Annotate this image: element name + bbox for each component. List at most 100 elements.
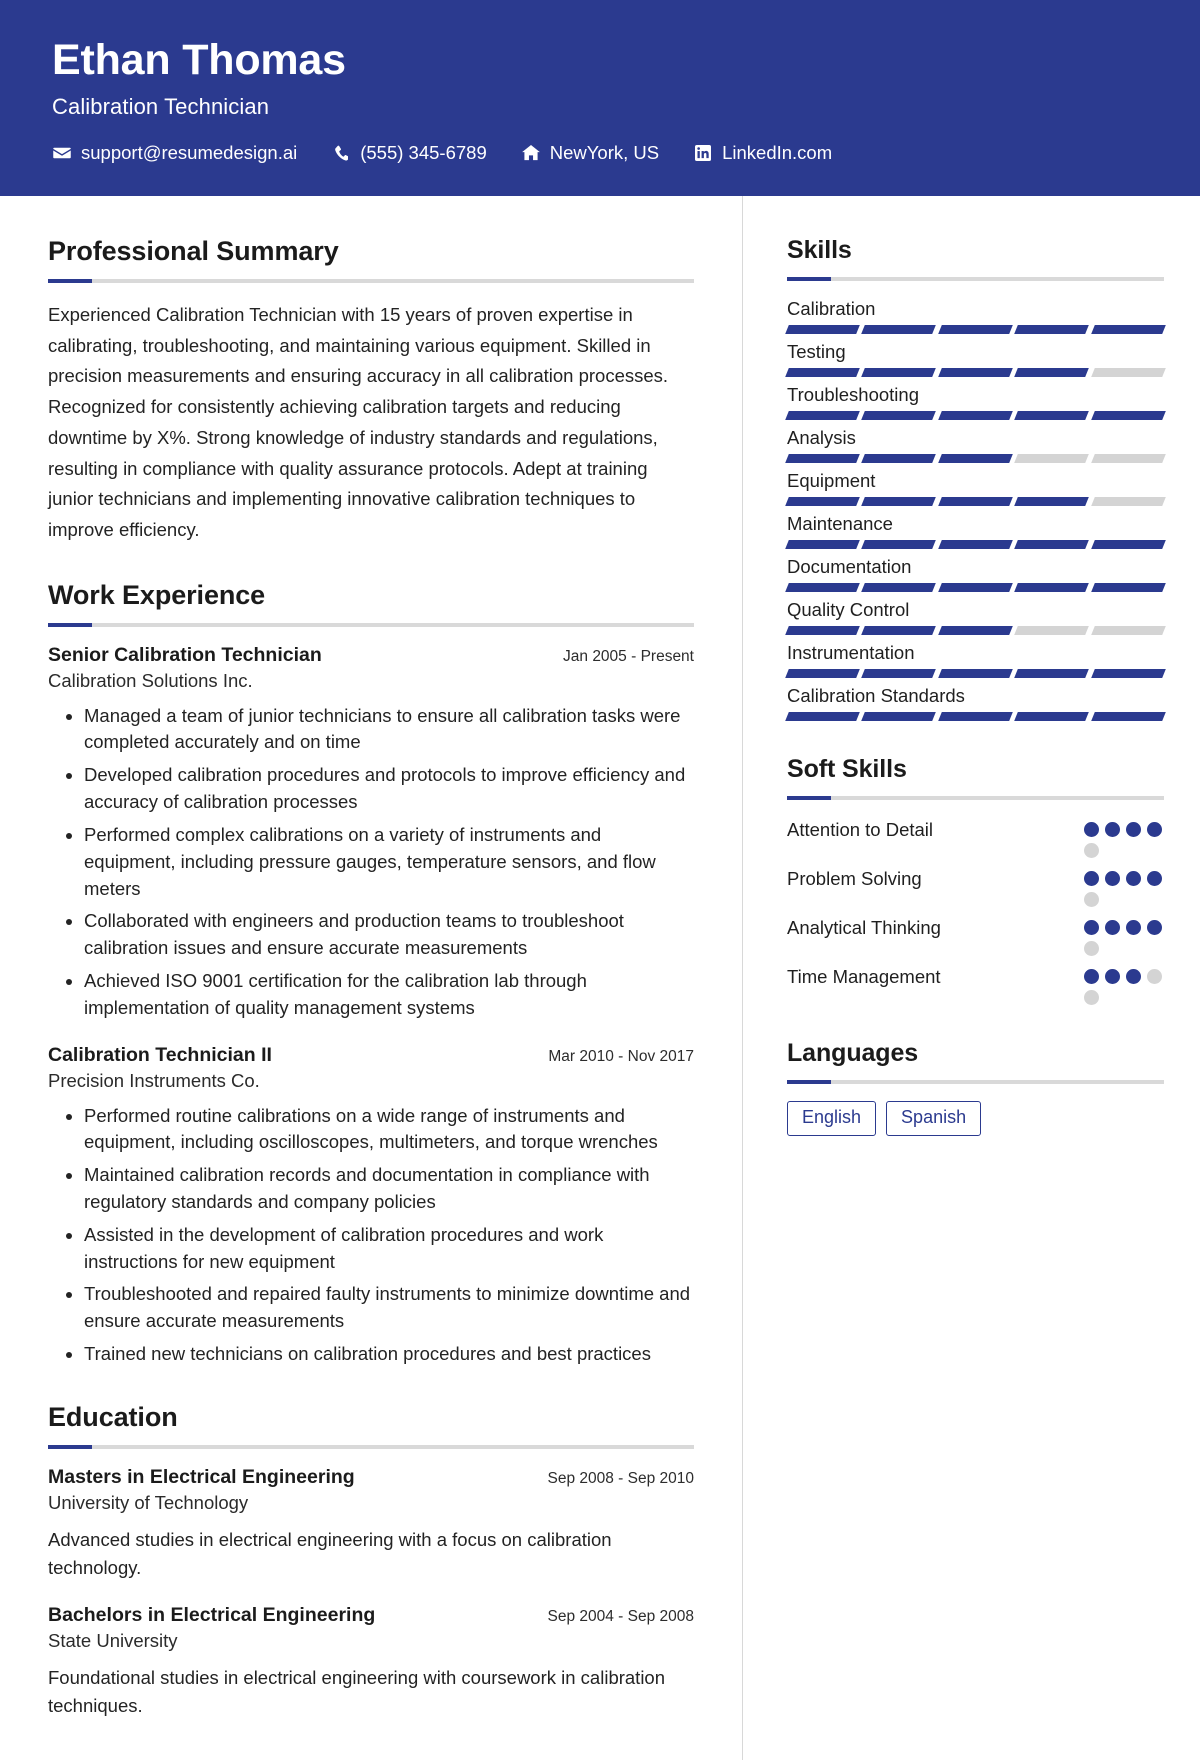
experience-organization: Precision Instruments Co. [48, 1069, 260, 1091]
soft-skill-label: Time Management [787, 966, 941, 987]
skill-label: Maintenance [787, 513, 893, 534]
rating-dot [1126, 822, 1141, 837]
education-degree: Masters in Electrical Engineering [48, 1465, 355, 1488]
skill-bar-segment [861, 497, 937, 506]
skill-bar-segment [861, 583, 937, 592]
skill-bar-segment [785, 540, 861, 549]
experience-dates: Jan 2005 - Present [563, 647, 694, 665]
education-school: University of Technology [48, 1491, 249, 1513]
experience-bullets: Performed routine calibrations on a wide… [48, 1103, 694, 1368]
language-chip: English [787, 1101, 877, 1136]
skill-level-bar [785, 454, 1166, 463]
skill-bar-segment [937, 454, 1014, 463]
skill-bar-segment [861, 540, 937, 549]
education-entry-header: Bachelors in Electrical Engineering Sep 2… [48, 1604, 694, 1627]
education-description: Foundational studies in electrical engin… [48, 1667, 666, 1717]
skill-bar-segment [785, 712, 861, 721]
skill-row: Equipment [785, 470, 1166, 506]
skill-bar-segment [861, 712, 937, 721]
education-description: Advanced studies in electrical engineeri… [48, 1528, 612, 1578]
rating-dot [1084, 941, 1099, 956]
experience-bullet: Trained new technicians on calibration p… [84, 1341, 694, 1368]
skill-bar-segment [1014, 411, 1090, 420]
contact-item-envelope[interactable]: support@resumedesign.ai [52, 144, 297, 163]
experience-bullet: Achieved ISO 9001 certification for the … [84, 968, 694, 1022]
rating-dot [1084, 969, 1099, 984]
section-education: Education Masters in Electrical Engineer… [48, 1402, 694, 1720]
skill-bar-segment [1014, 583, 1090, 592]
contact-item-phone[interactable]: (555) 345-6789 [331, 144, 487, 163]
contact-row: support@resumedesign.ai (555) 345-6789 New… [52, 144, 1148, 163]
skill-level-bar [785, 325, 1166, 334]
section-rule [48, 279, 694, 283]
candidate-job-title: Calibration Technician [52, 94, 270, 120]
skill-bar-segment [1014, 368, 1090, 377]
rating-dot [1084, 822, 1099, 837]
contact-item-home[interactable]: NewYork, US [521, 144, 659, 163]
experience-entry-header: Senior Calibration Technician Jan 2005 - … [48, 644, 694, 667]
experience-entry: Senior Calibration Technician Jan 2005 - … [48, 644, 694, 1022]
section-rule [787, 1080, 1164, 1084]
experience-organization: Calibration Solutions Inc. [48, 669, 253, 691]
contact-item-linkedin[interactable]: LinkedIn.com [693, 144, 832, 163]
skill-label: Analysis [787, 427, 856, 448]
skill-row: Documentation [785, 556, 1166, 592]
soft-skill-row: Analytical Thinking [787, 915, 1164, 956]
skill-label: Equipment [787, 470, 876, 491]
contact-text: (555) 345-6789 [360, 142, 487, 164]
education-entry-header: Masters in Electrical Engineering Sep 200… [48, 1466, 694, 1489]
linkedin-icon [693, 144, 713, 162]
skill-label: Instrumentation [787, 642, 915, 663]
skill-level-bar [785, 583, 1166, 592]
skill-row: Analysis [785, 427, 1166, 463]
section-skills: Skills Calibration Testing Troubleshooting… [785, 236, 1166, 721]
skill-bar-segment [785, 368, 861, 377]
skill-bar-segment [861, 626, 937, 635]
skill-bar-segment [1090, 540, 1166, 549]
skill-bar-segment [1090, 669, 1166, 678]
education-degree: Bachelors in Electrical Engineering [48, 1604, 376, 1627]
skill-row: Quality Control [785, 599, 1166, 635]
skill-level-bar [785, 411, 1166, 420]
section-title-education: Education [48, 1401, 178, 1432]
skill-bar-segment [785, 626, 861, 635]
skill-bar-segment [861, 411, 937, 420]
section-soft-skills: Soft Skills Attention to Detail Problem S… [787, 755, 1164, 1005]
rating-dot [1126, 969, 1141, 984]
rating-dot [1147, 822, 1162, 837]
skill-bar-segment [1090, 712, 1166, 721]
skill-bar-segment [785, 454, 861, 463]
skill-bar-segment [785, 411, 861, 420]
experience-bullet: Performed routine calibrations on a wide… [84, 1103, 694, 1157]
experience-bullet: Assisted in the development of calibrati… [84, 1222, 694, 1276]
skill-row: Calibration [785, 298, 1166, 334]
contact-text: support@resumedesign.ai [81, 142, 298, 164]
languages-list: English Spanish [787, 1101, 1164, 1136]
skill-bar-segment [861, 368, 937, 377]
experience-bullets: Managed a team of junior technicians to … [48, 703, 694, 1022]
soft-skill-label: Problem Solving [787, 868, 922, 889]
skill-level-bar [785, 669, 1166, 678]
skill-bar-segment [861, 325, 937, 334]
soft-skills-list: Attention to Detail Problem Solving Analyt… [787, 817, 1164, 1005]
soft-skill-rating [1084, 817, 1164, 858]
skill-bar-segment [1014, 540, 1090, 549]
candidate-name: Ethan Thomas [52, 36, 346, 84]
skill-bar-segment [861, 454, 937, 463]
rating-dot [1105, 969, 1120, 984]
education-school: State University [48, 1630, 178, 1652]
section-work-experience: Work Experience Senior Calibration Techn… [48, 580, 694, 1368]
soft-skill-rating [1084, 866, 1164, 907]
skill-level-bar [785, 540, 1166, 549]
sidebar-column: Skills Calibration Testing Troubleshooting… [742, 196, 1200, 1760]
skill-bar-segment [937, 540, 1014, 549]
section-title-experience: Work Experience [48, 579, 266, 610]
experience-bullet: Managed a team of junior technicians to … [84, 703, 694, 757]
resume-header: Ethan Thomas Calibration Technician supp… [0, 0, 1200, 196]
skill-bar-segment [1014, 497, 1090, 506]
section-rule [48, 622, 694, 627]
soft-skill-row: Time Management [787, 964, 1164, 1005]
skill-row: Troubleshooting [785, 384, 1166, 420]
skill-label: Documentation [787, 556, 912, 577]
experience-entry-header: Calibration Technician II Mar 2010 - Nov … [48, 1044, 694, 1067]
